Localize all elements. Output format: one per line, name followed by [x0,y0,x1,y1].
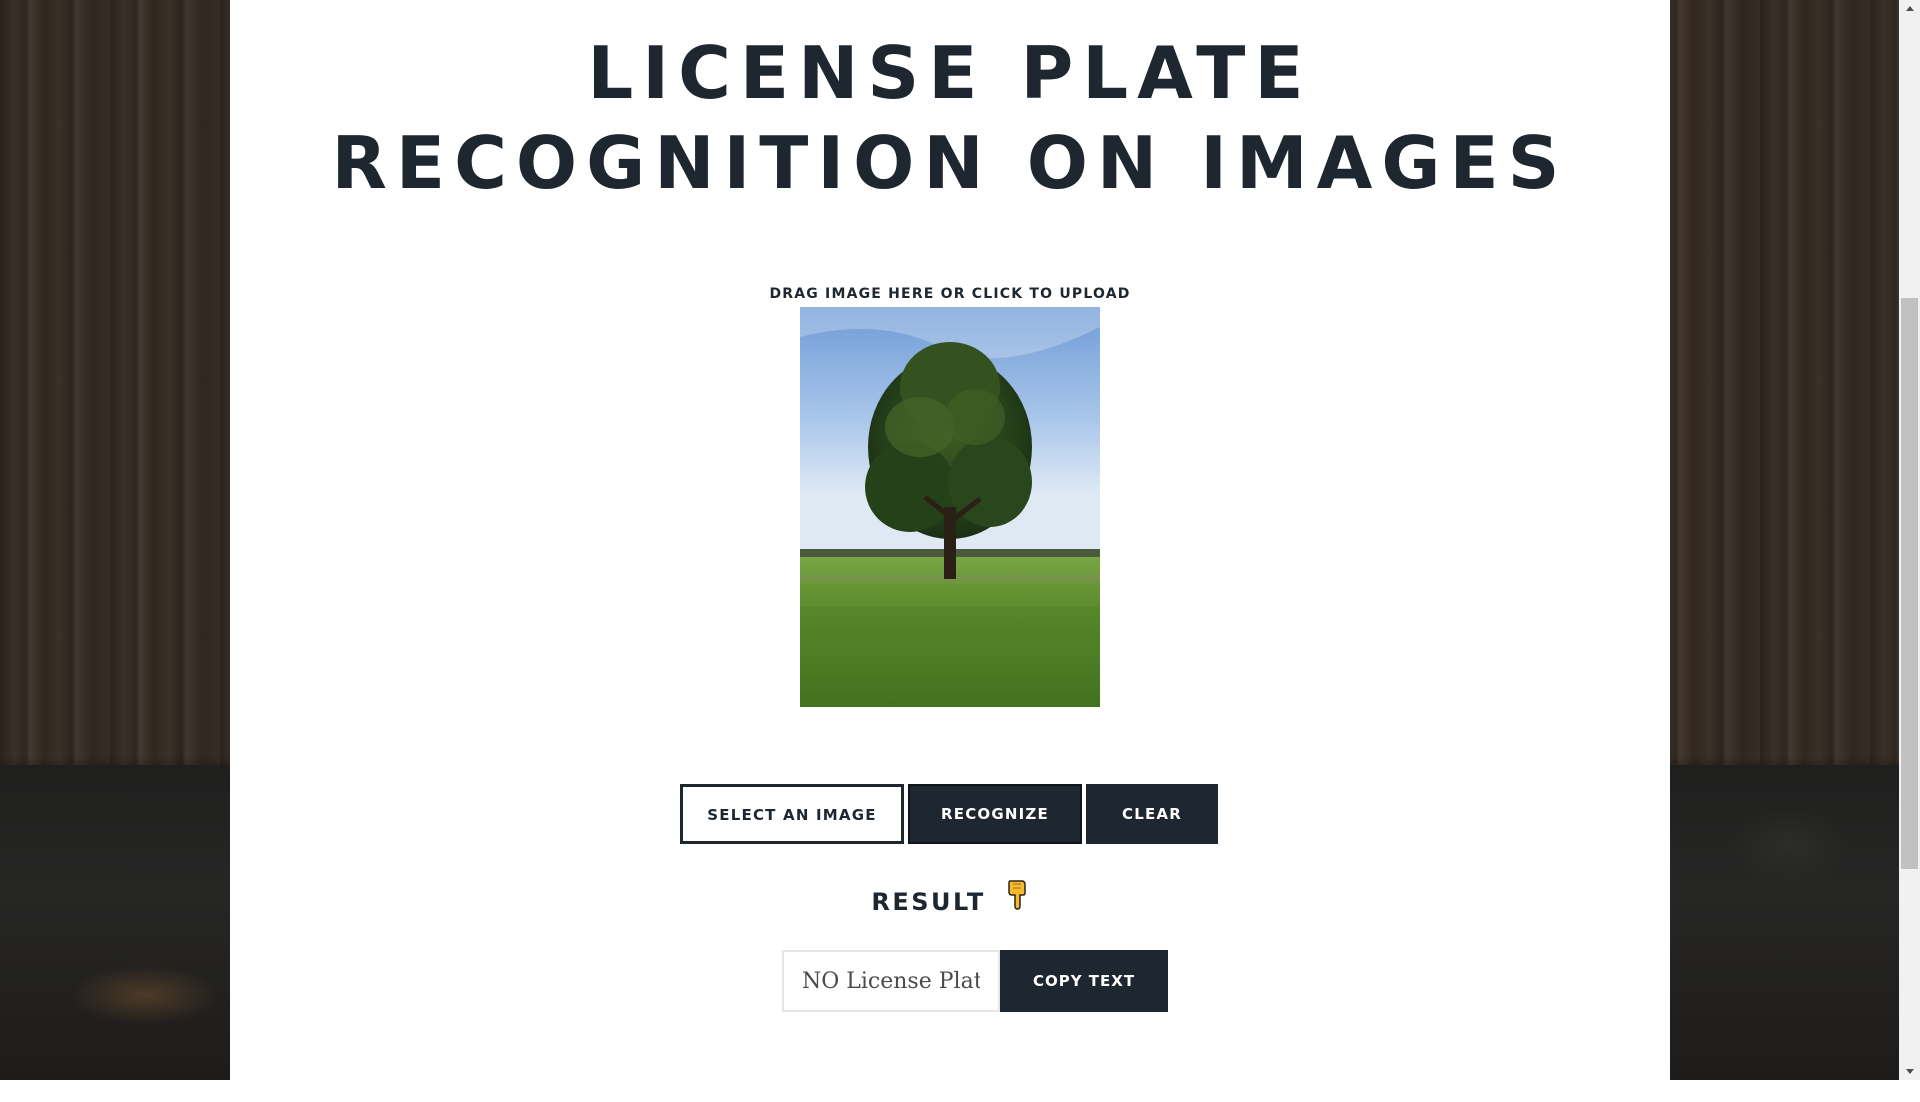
clear-button[interactable]: CLEAR [1086,784,1218,844]
copy-text-button[interactable]: COPY TEXT [1000,950,1168,1012]
action-button-row: SELECT AN IMAGE RECOGNIZE CLEAR [230,784,1670,844]
upload-drop-label[interactable]: DRAG IMAGE HERE OR CLICK TO UPLOAD [230,286,1670,302]
result-heading-label: RESULT [871,888,986,916]
result-heading: RESULT [230,880,1670,921]
result-output-field[interactable] [782,950,1000,1012]
background-glow [1729,805,1849,885]
pointing-down-hand-svg [1007,880,1026,910]
scrollbar-thumb[interactable] [1901,298,1918,869]
output-row: COPY TEXT [230,950,1670,1012]
page-title: LICENSE PLATE RECOGNITION ON IMAGES [230,28,1670,208]
page-title-line-1: LICENSE PLATE [587,31,1313,115]
main-panel: LICENSE PLATE RECOGNITION ON IMAGES DRAG… [230,0,1670,1080]
background-glow [70,965,220,1025]
recognize-button[interactable]: RECOGNIZE [908,784,1082,844]
vertical-scrollbar[interactable] [1899,0,1920,1080]
tree-photo [800,307,1100,707]
page-title-line-2: RECOGNITION ON IMAGES [331,121,1569,205]
image-preview[interactable] [800,307,1100,707]
scroll-down-arrow-icon[interactable] [1899,1063,1920,1080]
browser-viewport: LICENSE PLATE RECOGNITION ON IMAGES DRAG… [0,0,1920,1080]
bottom-strip [0,1080,1920,1102]
select-image-button[interactable]: SELECT AN IMAGE [680,784,904,844]
pointing-down-hand-icon [1005,879,1029,921]
scroll-up-arrow-icon[interactable] [1899,0,1920,17]
